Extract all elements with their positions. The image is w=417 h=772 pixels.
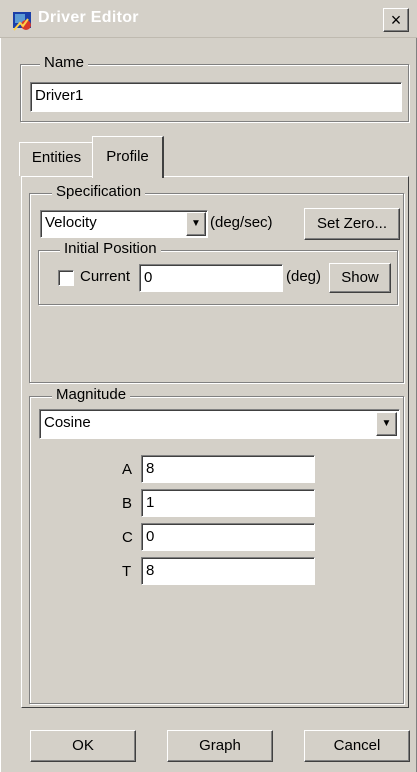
param-t-label: T (122, 563, 132, 580)
param-t-input[interactable]: 8 (141, 557, 315, 585)
specification-type-select[interactable]: Velocity (40, 210, 208, 238)
title-bar: Driver Editor × (0, 0, 417, 38)
initial-position-input[interactable]: 0 (139, 264, 283, 292)
specification-units-label: (deg/sec) (210, 214, 273, 231)
set-zero-label: Set Zero... (316, 215, 388, 232)
chevron-down-icon: ▼ (191, 218, 201, 229)
chevron-down-icon: ▼ (381, 418, 392, 429)
window-title: Driver Editor (38, 9, 139, 26)
ok-label: OK (72, 737, 94, 754)
name-group-legend: Name (40, 54, 89, 71)
tab-profile-label: Profile (106, 148, 149, 165)
magnitude-function-value: Cosine (44, 414, 91, 431)
driver-editor-icon (13, 12, 31, 31)
param-c-label: C (122, 529, 133, 546)
tab-profile[interactable]: Profile (92, 136, 164, 178)
specification-legend: Specification (52, 183, 146, 200)
specification-type-value: Velocity (45, 214, 97, 231)
magnitude-legend: Magnitude (52, 386, 131, 403)
magnitude-function-select[interactable]: Cosine (39, 409, 400, 439)
close-icon: × (390, 10, 402, 30)
initial-position-legend: Initial Position (60, 240, 161, 257)
param-a-input[interactable]: 8 (141, 455, 315, 483)
param-c-input[interactable]: 0 (141, 523, 315, 551)
param-a-label: A (122, 461, 133, 478)
cancel-label: Cancel (333, 737, 381, 754)
magnitude-function-dropdown-button[interactable]: ▼ (376, 412, 397, 436)
specification-type-dropdown-button[interactable]: ▼ (186, 212, 206, 236)
name-input[interactable]: Driver1 (30, 82, 402, 112)
current-label: Current (80, 268, 131, 285)
ok-button[interactable]: OK (30, 730, 136, 762)
graph-label: Graph (199, 737, 241, 754)
tab-entities-label: Entities (31, 149, 82, 166)
initial-position-units-label: (deg) (286, 268, 322, 285)
cancel-button[interactable]: Cancel (304, 730, 410, 762)
show-button[interactable]: Show (329, 263, 391, 293)
param-b-label: B (122, 495, 133, 512)
tab-entities[interactable]: Entities (19, 142, 94, 176)
show-label: Show (341, 269, 379, 286)
close-button[interactable]: × (383, 8, 409, 32)
current-checkbox[interactable] (58, 270, 74, 286)
graph-button[interactable]: Graph (167, 730, 273, 762)
set-zero-button[interactable]: Set Zero... (304, 208, 400, 240)
param-b-input[interactable]: 1 (141, 489, 315, 517)
